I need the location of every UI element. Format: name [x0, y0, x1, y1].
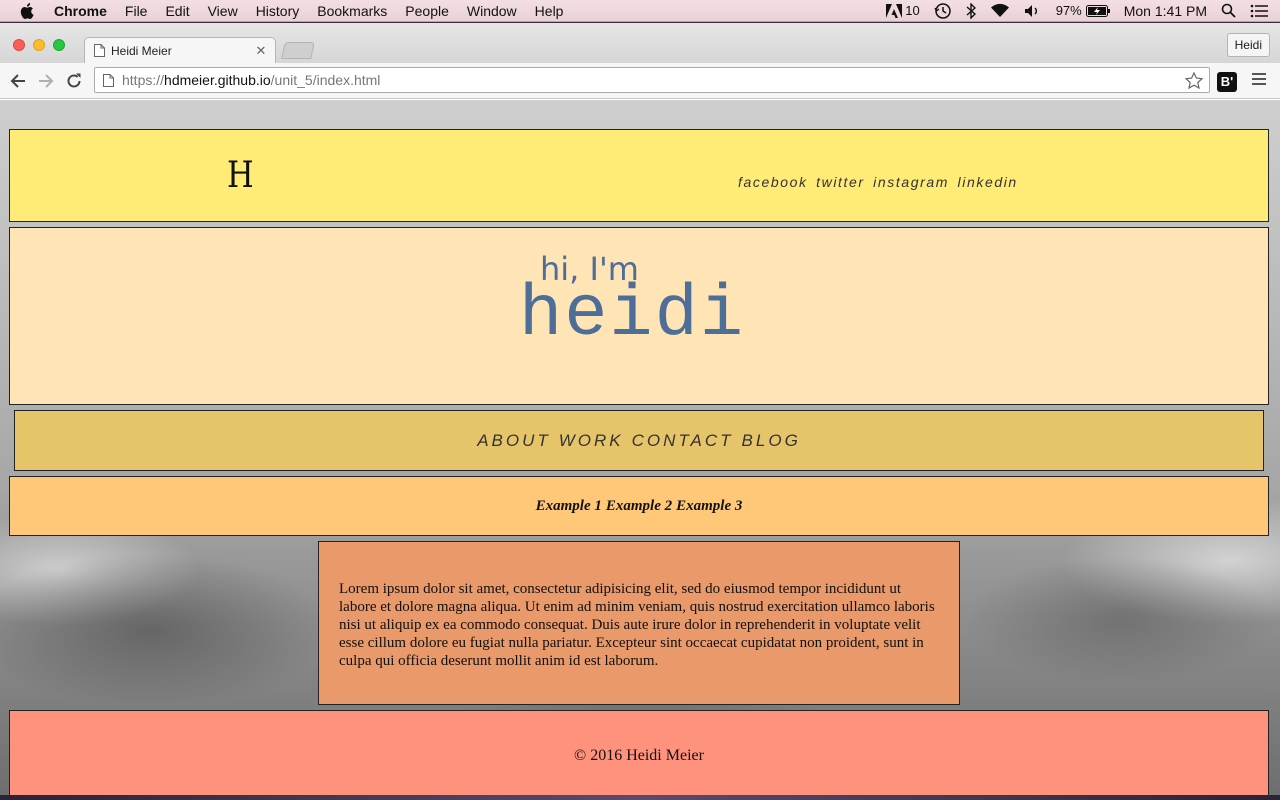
new-tab-button[interactable] [281, 42, 315, 59]
desktop-background-strip [0, 795, 1280, 800]
main-nav: ABOUT WORK CONTACT BLOG [14, 410, 1264, 471]
social-links: facebook twitter instagram linkedin [738, 174, 1021, 190]
time-machine-icon[interactable] [934, 2, 952, 20]
back-arrow-icon[interactable] [8, 71, 28, 91]
content-paragraph: Lorem ipsum dolor sit amet, consectetur … [339, 581, 935, 669]
browser-toolbar: https://hdmeier.github.io/unit_5/index.h… [0, 63, 1280, 99]
content-box: Lorem ipsum dolor sit amet, consectetur … [318, 541, 960, 705]
sub-nav: Example 1 Example 2 Example 3 [9, 476, 1269, 536]
menu-window[interactable]: Window [467, 0, 517, 22]
notification-center-icon[interactable] [1250, 4, 1268, 18]
forward-arrow-icon[interactable] [36, 71, 56, 91]
url-host: hdmeier.github.io [164, 72, 271, 88]
zoom-window-button[interactable] [53, 39, 65, 51]
footer-copyright: © 2016 Heidi Meier [574, 746, 704, 764]
battery-percent: 97% [1055, 3, 1082, 18]
menu-view[interactable]: View [208, 0, 238, 22]
hero-name: heidi [519, 274, 746, 356]
close-tab-icon[interactable]: ✕ [253, 43, 269, 59]
nav-link-contact[interactable]: CONTACT [632, 431, 734, 451]
social-link-twitter[interactable]: twitter [816, 174, 865, 190]
menu-edit[interactable]: Edit [165, 0, 189, 22]
adobe-status[interactable]: 10 [886, 3, 920, 18]
bluetooth-icon[interactable] [966, 2, 976, 19]
menu-history[interactable]: History [256, 0, 300, 22]
menu-file[interactable]: File [125, 0, 148, 22]
site-header: H facebook twitter instagram linkedin [9, 129, 1269, 222]
sub-link-example-3[interactable]: Example 3 [676, 498, 742, 515]
url-path: /unit_5/index.html [270, 72, 381, 88]
menu-people[interactable]: People [405, 0, 449, 22]
url-scheme: https:// [122, 72, 165, 88]
extension-b-button[interactable]: B' [1217, 72, 1237, 92]
page-icon [103, 73, 114, 87]
battery-status[interactable]: 97% [1056, 3, 1110, 18]
nav-link-blog[interactable]: BLOG [742, 431, 801, 451]
url-text[interactable]: https://hdmeier.github.io/unit_5/index.h… [122, 72, 1185, 88]
adobe-count: 10 [905, 3, 920, 18]
hamburger-menu-icon[interactable] [1252, 73, 1266, 88]
adobe-icon [886, 3, 903, 18]
profile-button[interactable]: Heidi [1226, 33, 1270, 57]
address-bar[interactable]: https://hdmeier.github.io/unit_5/index.h… [94, 67, 1210, 93]
status-area: 10 97% Mon 1:41 PM [886, 0, 1280, 22]
window-controls [13, 39, 73, 51]
sub-link-example-2[interactable]: Example 2 [606, 498, 672, 515]
star-icon[interactable] [1185, 71, 1203, 89]
sub-link-example-1[interactable]: Example 1 [536, 498, 602, 515]
volume-icon[interactable] [1024, 4, 1042, 18]
reload-icon[interactable] [64, 71, 84, 91]
tab-heidi-meier[interactable]: Heidi Meier ✕ [84, 37, 276, 63]
battery-icon [1085, 4, 1110, 17]
minimize-window-button[interactable] [33, 39, 45, 51]
apple-icon[interactable] [20, 2, 38, 19]
page-icon [94, 44, 105, 57]
browser-window: Heidi Meier ✕ Heidi https://hdmeier.gith… [0, 23, 1280, 795]
wifi-icon[interactable] [990, 3, 1010, 18]
nav-link-work[interactable]: WORK [559, 431, 624, 451]
site-footer: © 2016 Heidi Meier [9, 710, 1269, 795]
social-link-facebook[interactable]: facebook [738, 174, 808, 190]
tab-strip: Heidi Meier ✕ Heidi [0, 23, 1280, 63]
social-link-linkedin[interactable]: linkedin [958, 174, 1018, 190]
clock[interactable]: Mon 1:41 PM [1124, 3, 1207, 19]
menu-bookmarks[interactable]: Bookmarks [317, 0, 387, 22]
hero-section: hi, I'm heidi [9, 227, 1269, 405]
close-window-button[interactable] [13, 39, 25, 51]
search-icon[interactable] [1221, 3, 1236, 18]
macos-menu-bar: Chrome File Edit View History Bookmarks … [0, 0, 1280, 22]
menu-app-chrome[interactable]: Chrome [54, 0, 107, 22]
menu-help[interactable]: Help [535, 0, 564, 22]
social-link-instagram[interactable]: instagram [873, 174, 949, 190]
nav-link-about[interactable]: ABOUT [477, 431, 551, 451]
tab-title: Heidi Meier [111, 43, 172, 58]
page-viewport: H facebook twitter instagram linkedin hi… [0, 100, 1280, 795]
site-logo[interactable]: H [227, 155, 254, 196]
